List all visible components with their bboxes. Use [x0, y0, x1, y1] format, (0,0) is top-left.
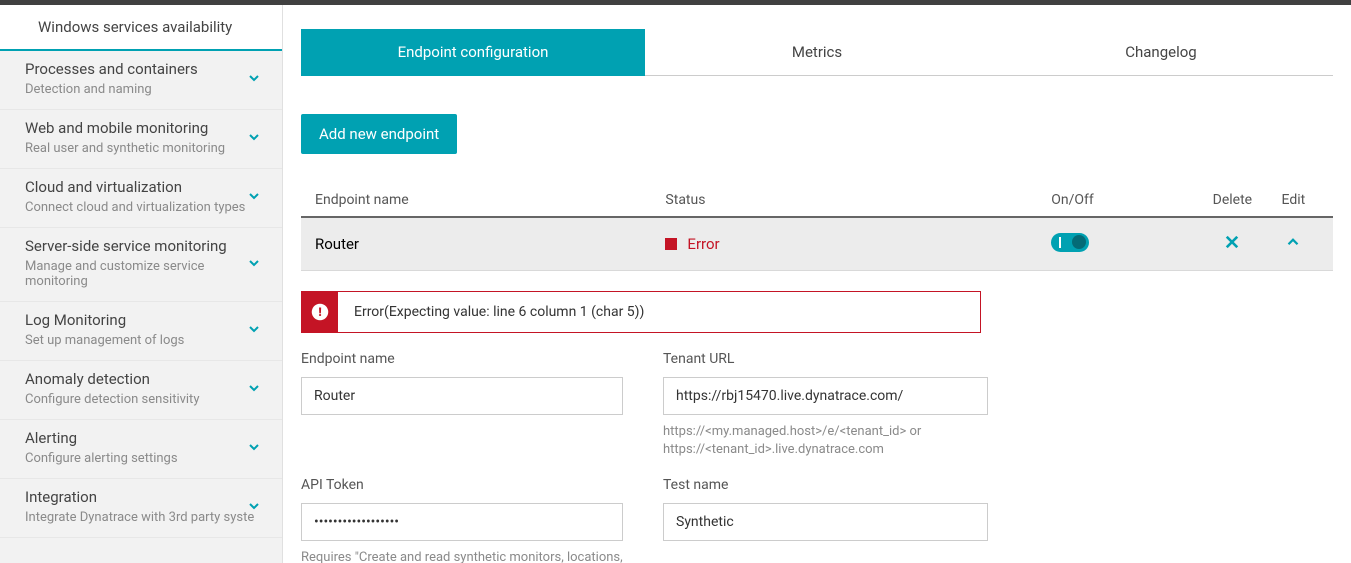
collapse-icon[interactable] — [1284, 237, 1302, 255]
sidebar-item-label: Processes and containers — [25, 60, 257, 78]
th-edit: Edit — [1268, 192, 1319, 208]
error-square-icon — [665, 238, 677, 250]
sidebar-item-serverside[interactable]: Server-side service monitoring Manage an… — [0, 228, 282, 302]
sidebar-item-windows-services[interactable]: Windows services availability — [0, 5, 282, 51]
sidebar-item-sub: Manage and customize service monitoring — [25, 259, 257, 289]
delete-icon[interactable] — [1223, 232, 1241, 256]
sidebar-item-sub: Connect cloud and virtualization types — [25, 200, 257, 215]
sidebar-item-label: Windows services availability — [38, 18, 257, 36]
onoff-toggle[interactable] — [1051, 233, 1089, 252]
th-delete: Delete — [1197, 192, 1268, 208]
tabs: Endpoint configuration Metrics Changelog — [301, 29, 1333, 76]
sidebar-item-sub: Configure alerting settings — [25, 451, 257, 466]
sidebar-item-cloud[interactable]: Cloud and virtualization Connect cloud a… — [0, 169, 282, 228]
sidebar-item-web-mobile[interactable]: Web and mobile monitoring Real user and … — [0, 110, 282, 169]
endpoint-detail: ! Error(Expecting value: line 6 column 1… — [301, 271, 1333, 563]
label-test-name: Test name — [663, 477, 988, 493]
input-test-name[interactable] — [663, 503, 988, 541]
label-endpoint-name: Endpoint name — [301, 351, 623, 367]
cell-edit — [1268, 233, 1319, 255]
sidebar-item-label: Web and mobile monitoring — [25, 119, 257, 137]
chevron-down-icon — [246, 70, 262, 90]
field-tenant-url: Tenant URL https://<my.managed.host>/e/<… — [663, 351, 988, 459]
input-endpoint-name[interactable] — [301, 377, 623, 415]
sidebar-item-sub: Configure detection sensitivity — [25, 392, 257, 407]
cell-onoff — [1051, 233, 1197, 256]
chevron-down-icon — [246, 321, 262, 341]
tab-endpoint-config[interactable]: Endpoint configuration — [301, 29, 645, 76]
tab-metrics[interactable]: Metrics — [645, 29, 989, 76]
input-api-token[interactable] — [301, 503, 623, 541]
sidebar-item-processes[interactable]: Processes and containers Detection and n… — [0, 51, 282, 110]
label-api-token: API Token — [301, 477, 623, 493]
sidebar-item-integration[interactable]: Integration Integrate Dynatrace with 3rd… — [0, 479, 282, 538]
tab-changelog[interactable]: Changelog — [989, 29, 1333, 76]
chevron-down-icon — [246, 498, 262, 518]
sidebar-item-sub: Real user and synthetic monitoring — [25, 141, 257, 156]
cell-name: Router — [315, 235, 665, 253]
cell-status: Error — [665, 235, 1051, 253]
table-row: Router Error — [301, 218, 1333, 271]
chevron-down-icon — [246, 129, 262, 149]
sidebar-item-anomaly[interactable]: Anomaly detection Configure detection se… — [0, 361, 282, 420]
chevron-down-icon — [246, 188, 262, 208]
chevron-down-icon — [246, 380, 262, 400]
sidebar-item-label: Log Monitoring — [25, 311, 257, 329]
th-name: Endpoint name — [315, 192, 665, 208]
error-box: ! Error(Expecting value: line 6 column 1… — [301, 291, 981, 333]
sidebar-item-sub: Detection and naming — [25, 82, 257, 97]
label-tenant-url: Tenant URL — [663, 351, 988, 367]
chevron-down-icon — [246, 255, 262, 275]
add-endpoint-button[interactable]: Add new endpoint — [301, 114, 457, 154]
sidebar-item-label: Anomaly detection — [25, 370, 257, 388]
sidebar-item-alerting[interactable]: Alerting Configure alerting settings — [0, 420, 282, 479]
sidebar-item-label: Integration — [25, 488, 257, 506]
hint-tenant-url: https://<my.managed.host>/e/<tenant_id> … — [663, 423, 988, 459]
table-header-row: Endpoint name Status On/Off Delete Edit — [301, 184, 1333, 218]
th-onoff: On/Off — [1051, 192, 1197, 208]
layout: Windows services availability Processes … — [0, 5, 1351, 563]
sidebar-item-sub: Set up management of logs — [25, 333, 257, 348]
sidebar-item-log[interactable]: Log Monitoring Set up management of logs — [0, 302, 282, 361]
field-test-name: Test name — [663, 477, 988, 563]
hint-api-token: Requires "Create and read synthetic moni… — [301, 549, 623, 563]
status-text: Error — [687, 235, 719, 253]
field-api-token: API Token Requires "Create and read synt… — [301, 477, 623, 563]
sidebar-item-label: Server-side service monitoring — [25, 237, 257, 255]
endpoint-table: Endpoint name Status On/Off Delete Edit … — [301, 184, 1333, 271]
sidebar-item-label: Alerting — [25, 429, 257, 447]
sidebar-item-label: Cloud and virtualization — [25, 178, 257, 196]
input-tenant-url[interactable] — [663, 377, 988, 415]
sidebar-item-sub: Integrate Dynatrace with 3rd party syste — [25, 510, 257, 525]
main: Endpoint configuration Metrics Changelog… — [283, 5, 1351, 563]
chevron-down-icon — [246, 439, 262, 459]
svg-text:!: ! — [318, 305, 321, 319]
error-message: Error(Expecting value: line 6 column 1 (… — [338, 292, 660, 332]
error-badge-icon: ! — [302, 292, 338, 332]
sidebar: Windows services availability Processes … — [0, 5, 283, 563]
cell-delete — [1197, 232, 1268, 256]
th-status: Status — [665, 192, 1051, 208]
field-endpoint-name: Endpoint name — [301, 351, 623, 459]
